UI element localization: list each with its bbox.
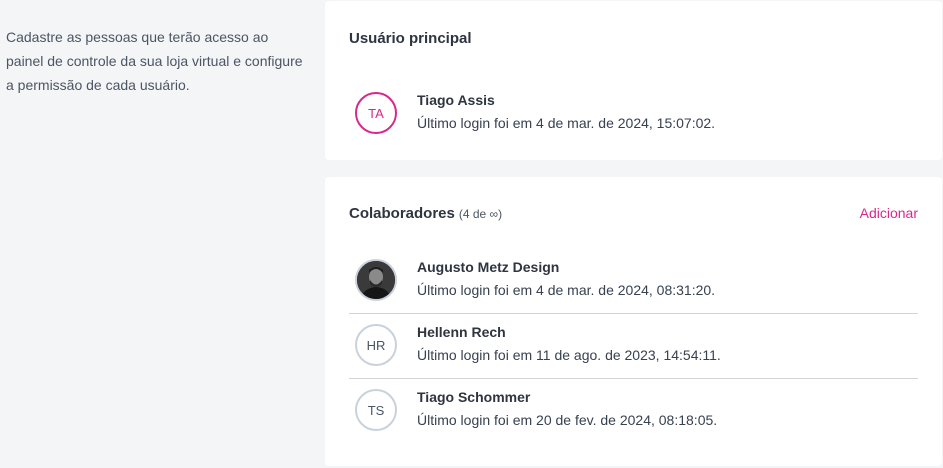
collaborators-card: Colaboradores (4 de ∞) Adicionar Augusto … xyxy=(325,177,942,466)
user-name: Hellenn Rech xyxy=(417,324,506,340)
page-description: Cadastre as pessoas que terão acesso ao … xyxy=(6,29,303,93)
avatar xyxy=(355,259,397,301)
avatar: TA xyxy=(355,92,397,134)
main-user-title: Usuário principal xyxy=(349,30,472,47)
user-photo-icon xyxy=(357,261,395,299)
user-name: Augusto Metz Design xyxy=(417,259,560,275)
last-login-text: Último login foi em 4 de mar. de 2024, 0… xyxy=(417,282,716,298)
user-name: Tiago Schommer xyxy=(417,389,531,405)
collaborators-count: (4 de ∞) xyxy=(458,207,503,221)
avatar: HR xyxy=(355,324,397,366)
collaborator-row[interactable]: TS Tiago Schommer Último login foi em 20… xyxy=(349,379,918,443)
add-collaborator-link[interactable]: Adicionar xyxy=(860,205,918,221)
last-login-text: Último login foi em 20 de fev. de 2024, … xyxy=(417,412,718,428)
collaborator-row[interactable]: Augusto Metz Design Último login foi em … xyxy=(349,249,918,313)
main-user-row[interactable]: TA Tiago Assis Último login foi em 4 de … xyxy=(349,82,918,146)
collaborators-title: Colaboradores (4 de ∞) xyxy=(349,205,502,222)
main-user-card: Usuário principal TA Tiago Assis Último … xyxy=(325,1,942,160)
collaborator-row[interactable]: HR Hellenn Rech Último login foi em 11 d… xyxy=(349,314,918,378)
user-name: Tiago Assis xyxy=(417,92,495,108)
last-login-text: Último login foi em 11 de ago. de 2023, … xyxy=(417,347,721,363)
last-login-text: Último login foi em 4 de mar. de 2024, 1… xyxy=(417,115,716,131)
collaborators-title-text: Colaboradores xyxy=(349,205,455,222)
avatar: TS xyxy=(355,389,397,431)
